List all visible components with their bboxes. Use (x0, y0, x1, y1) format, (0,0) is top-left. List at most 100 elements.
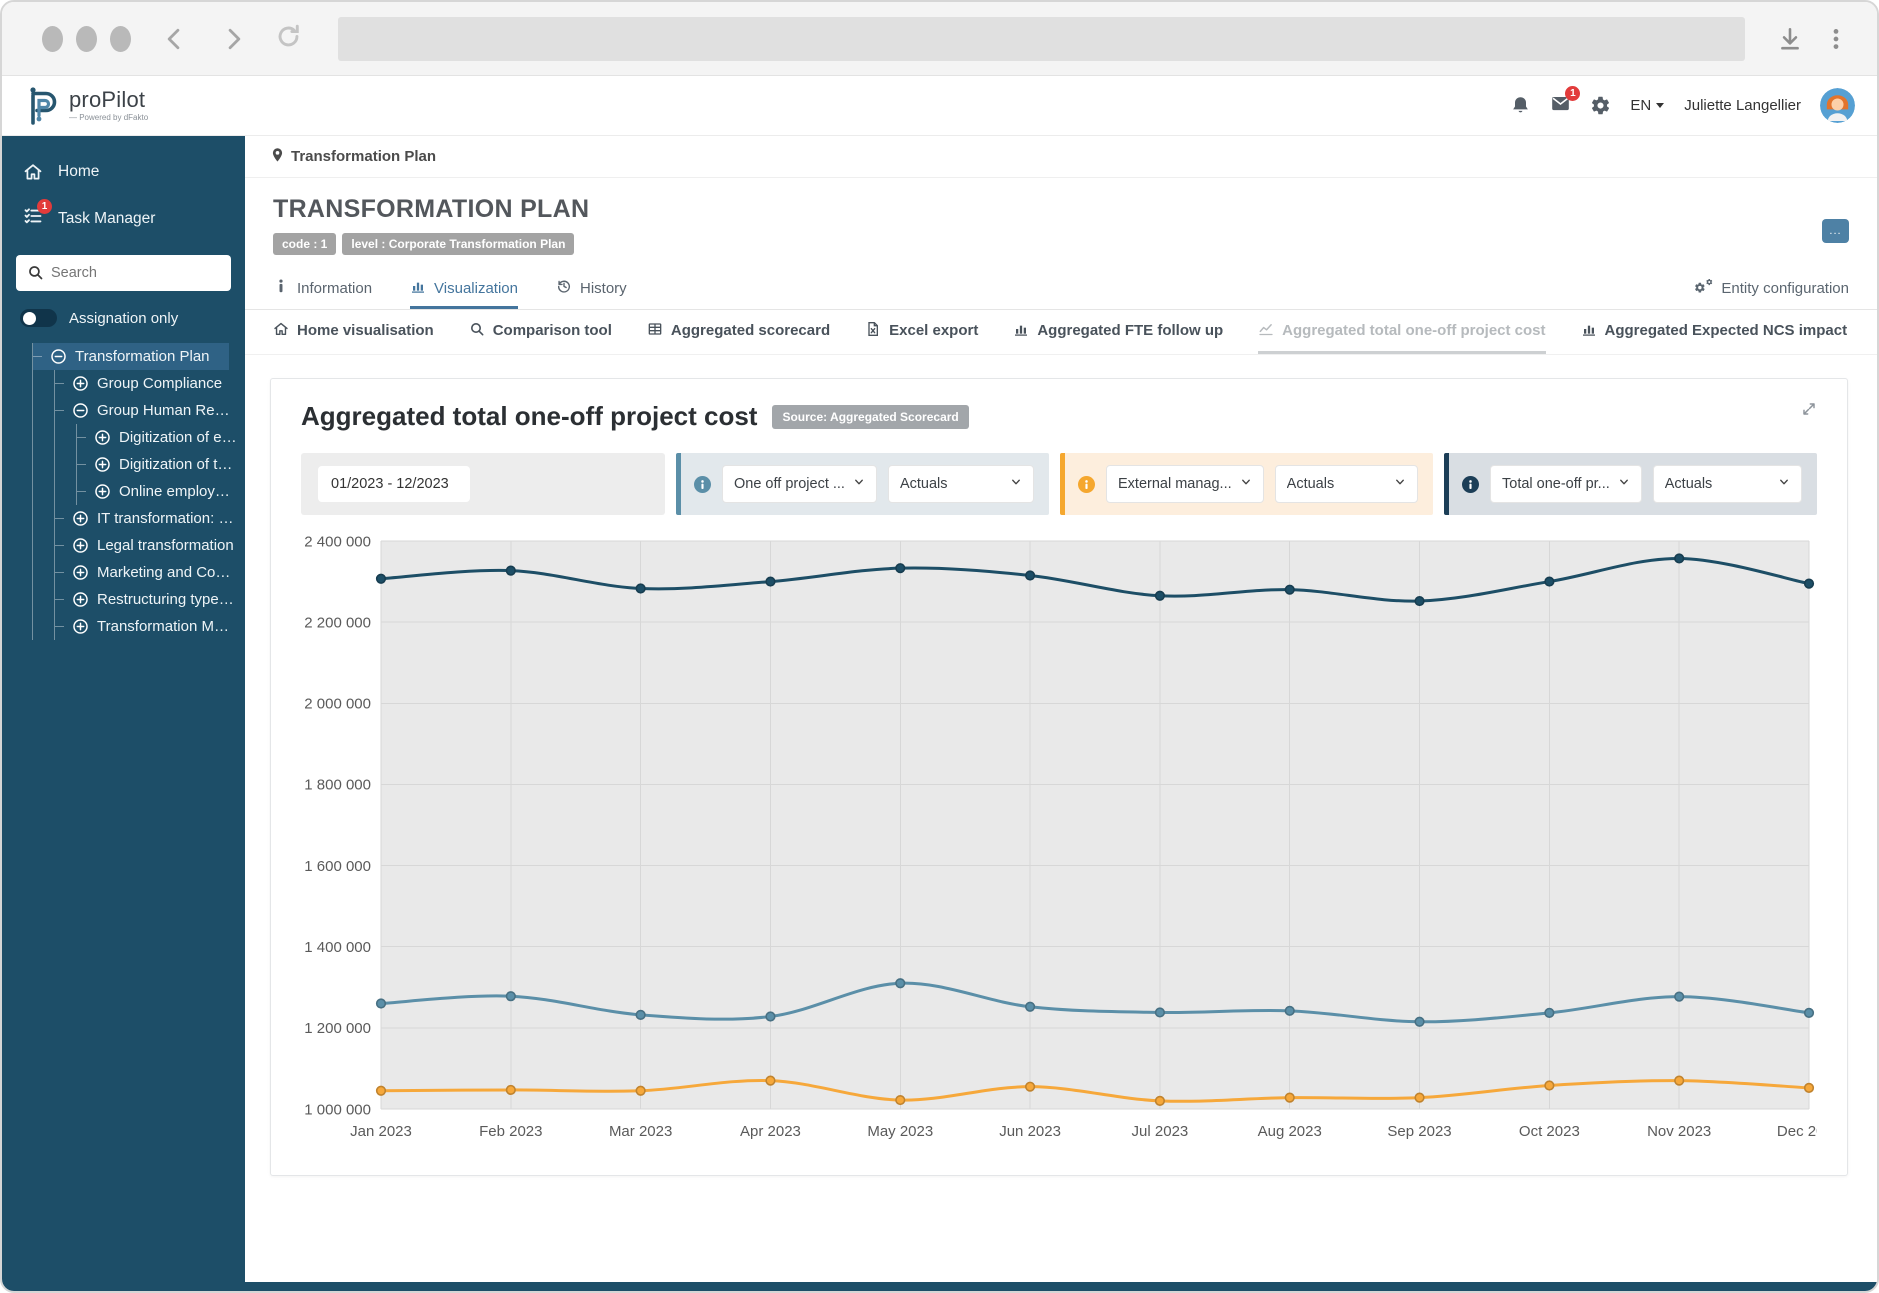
search-icon (27, 264, 44, 286)
svg-text:Mar 2023: Mar 2023 (609, 1123, 672, 1140)
svg-text:1 600 000: 1 600 000 (304, 858, 371, 875)
expand-icon[interactable] (1801, 401, 1817, 417)
assignation-toggle[interactable] (20, 309, 57, 327)
tree-item-3[interactable]: Digitization of employees ... (77, 424, 245, 451)
collapse-icon[interactable] (50, 348, 67, 365)
tree-item-2[interactable]: Group Human Ressources (55, 397, 245, 424)
tree-item-label: Group Human Ressources (97, 402, 237, 419)
svg-text:Jun 2023: Jun 2023 (999, 1123, 1061, 1140)
svg-text:Sep 2023: Sep 2023 (1387, 1123, 1451, 1140)
tree-item-4[interactable]: Digitization of the recruit... (77, 451, 245, 478)
forward-icon[interactable] (219, 25, 247, 53)
subtab-aggregated-expected-ncs-impact[interactable]: Aggregated Expected NCS impact (1581, 310, 1848, 354)
bottom-strip (2, 1282, 1877, 1291)
window-dot[interactable] (110, 26, 131, 52)
subtab-excel-export[interactable]: Excel export (865, 310, 978, 354)
gear-icon[interactable] (1590, 95, 1611, 116)
entity-configuration-button[interactable]: Entity configuration (1694, 268, 1849, 309)
sidebar-item-home[interactable]: Home (2, 150, 245, 194)
mail-icon[interactable]: 1 (1550, 93, 1571, 119)
tab-visualization[interactable]: Visualization (410, 268, 518, 309)
more-actions-button[interactable]: ... (1822, 219, 1849, 243)
bell-icon[interactable] (1510, 95, 1531, 116)
tasks-icon: 1 (23, 206, 43, 231)
tree-item-6[interactable]: IT transformation: road to 20... (55, 505, 245, 532)
tree-item-10[interactable]: Transformation Master Plan -... (55, 613, 245, 640)
info-icon[interactable] (1078, 476, 1095, 493)
back-icon[interactable] (161, 25, 189, 53)
svg-text:Oct 2023: Oct 2023 (1519, 1123, 1580, 1140)
tree-item-label: IT transformation: road to 20... (97, 510, 237, 527)
search-icon (469, 321, 485, 341)
svg-text:Feb 2023: Feb 2023 (479, 1123, 542, 1140)
subtab-home-visualisation[interactable]: Home visualisation (273, 310, 434, 354)
scenario-select[interactable]: Actuals (1275, 465, 1418, 503)
info-icon[interactable] (694, 476, 711, 493)
history-icon (556, 278, 572, 298)
tab-information[interactable]: Information (273, 268, 372, 309)
download-icon[interactable] (1777, 26, 1803, 52)
tree-item-label: Digitization of the recruit... (119, 456, 237, 473)
svg-text:2 400 000: 2 400 000 (304, 533, 371, 550)
tabs: Information Visualization History Entity… (245, 268, 1877, 310)
location-pin-icon (271, 147, 284, 167)
tree-item-8[interactable]: Marketing and Communicati... (55, 559, 245, 586)
task-badge: 1 (37, 199, 52, 214)
measure-select[interactable]: Total one-off pr... (1490, 465, 1642, 503)
tab-history[interactable]: History (556, 268, 627, 309)
chart-icon (410, 278, 426, 298)
search-input[interactable] (16, 255, 231, 291)
tree-item-label: Restructuring types for firms (97, 591, 237, 608)
entity-tree: Transformation Plan Group Compliance Group… (32, 343, 245, 640)
svg-text:2 200 000: 2 200 000 (304, 614, 371, 631)
scenario-select[interactable]: Actuals (1653, 465, 1802, 503)
expand-icon[interactable] (94, 456, 111, 473)
window-dot[interactable] (76, 26, 97, 52)
subtab-comparison-tool[interactable]: Comparison tool (469, 310, 612, 354)
scenario-select[interactable]: Actuals (888, 465, 1034, 503)
url-bar[interactable] (338, 17, 1745, 61)
subtab-aggregated-fte-follow-up[interactable]: Aggregated FTE follow up (1013, 310, 1223, 354)
avatar[interactable] (1820, 88, 1855, 123)
date-range-input[interactable] (318, 466, 470, 502)
tree-item-label: Digitization of employees ... (119, 429, 237, 446)
window-control-dots[interactable] (42, 26, 131, 52)
user-name[interactable]: Juliette Langellier (1684, 97, 1801, 114)
measure-select[interactable]: External manag... (1106, 465, 1264, 503)
kebab-menu-icon[interactable] (1823, 26, 1849, 52)
chevron-down-icon (1610, 476, 1630, 492)
sidebar: Home 1 Task Manager Assignation only Tra… (2, 136, 245, 1282)
refresh-icon[interactable] (275, 23, 302, 55)
tree-item-label: Group Compliance (97, 375, 222, 392)
subtab-aggregated-scorecard[interactable]: Aggregated scorecard (647, 310, 830, 354)
chevron-down-icon (1002, 476, 1022, 492)
language-selector[interactable]: EN (1630, 97, 1665, 114)
sidebar-item-task-manager[interactable]: 1 Task Manager (2, 194, 245, 243)
chart-title: Aggregated total one-off project cost (301, 401, 757, 432)
date-range-group (301, 453, 665, 515)
expand-icon[interactable] (72, 564, 89, 581)
info-icon[interactable] (1462, 476, 1479, 493)
tree-item-1[interactable]: Group Compliance (55, 370, 245, 397)
tree-item-5[interactable]: Online employee training ... (77, 478, 245, 505)
subtab-aggregated-total-one-off-project-cost[interactable]: Aggregated total one-off project cost (1258, 310, 1545, 354)
expand-icon[interactable] (94, 429, 111, 446)
expand-icon[interactable] (94, 483, 111, 500)
tree-item-7[interactable]: Legal transformation (55, 532, 245, 559)
app-logo: proPilot — Powered by dFakto (24, 86, 148, 126)
main-content: Transformation Plan TRANSFORMATION PLAN … (245, 136, 1877, 1282)
measure-select[interactable]: One off project ... (722, 465, 877, 503)
expand-icon[interactable] (72, 375, 89, 392)
expand-icon[interactable] (72, 537, 89, 554)
tree-item-0[interactable]: Transformation Plan (33, 343, 229, 370)
propilot-logo-icon (24, 86, 60, 126)
collapse-icon[interactable] (72, 402, 89, 419)
expand-icon[interactable] (72, 591, 89, 608)
tree-item-9[interactable]: Restructuring types for firms (55, 586, 245, 613)
level-badge: level : Corporate Transformation Plan (342, 233, 574, 255)
expand-icon[interactable] (72, 510, 89, 527)
breadcrumb[interactable]: Transformation Plan (245, 136, 1877, 178)
browser-window: proPilot — Powered by dFakto 1 EN Juliet… (0, 0, 1879, 1293)
window-dot[interactable] (42, 26, 63, 52)
expand-icon[interactable] (72, 618, 89, 635)
